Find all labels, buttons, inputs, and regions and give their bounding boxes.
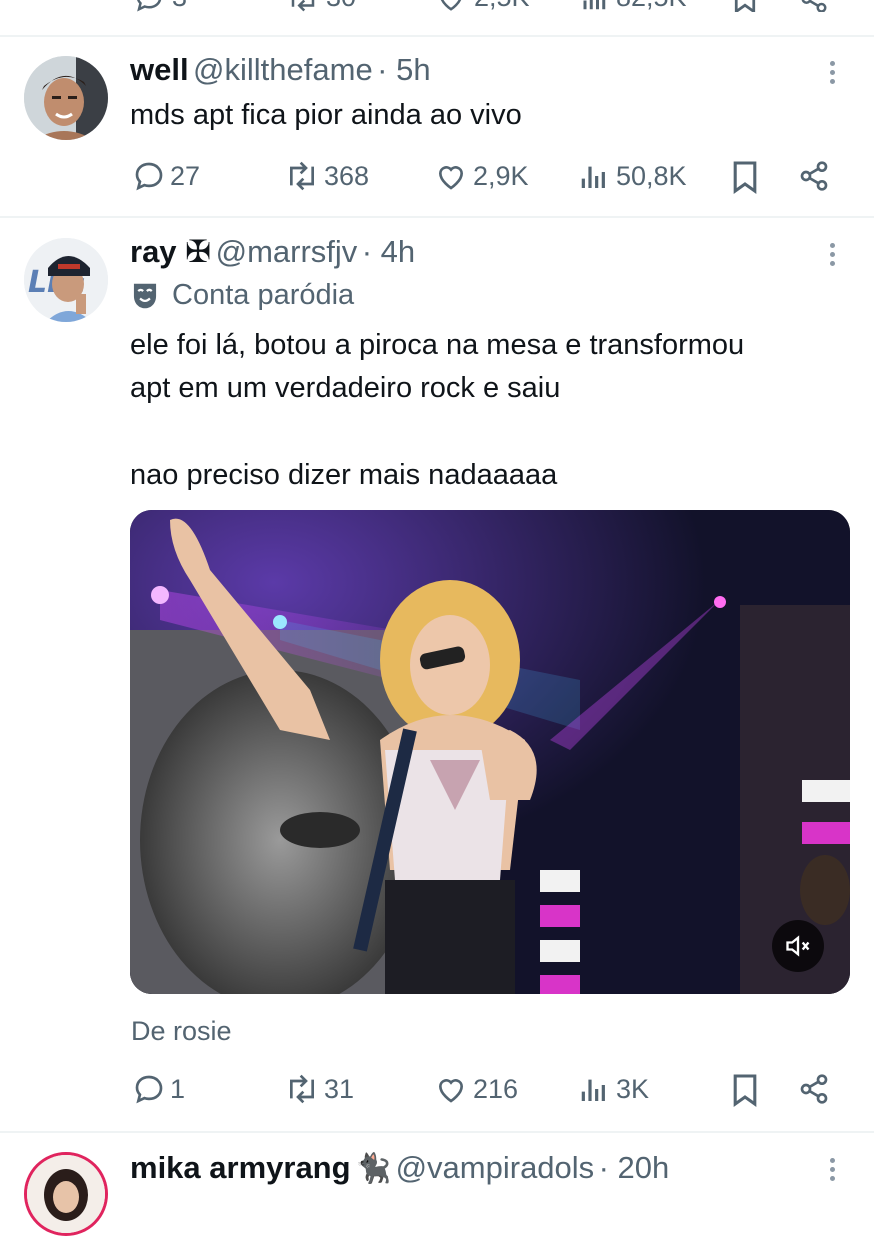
tweet-header: mika armyrang 🐈‍⬛ @vampiradols · 20h <box>130 1150 669 1186</box>
tweet-header: well @killthefame · 5h <box>130 52 431 88</box>
concert-video-frame <box>130 510 850 994</box>
tweet-video[interactable] <box>130 510 850 994</box>
like-button[interactable]: 216 <box>433 1073 518 1105</box>
tweet-text-line: apt em um verdadeiro rock e saiu <box>130 372 561 404</box>
views-icon <box>581 1079 605 1101</box>
speaker-icon <box>786 935 810 957</box>
views-count: 50,8K <box>616 160 687 191</box>
like-icon <box>438 166 464 190</box>
parody-label-text: Conta paródia <box>172 279 355 311</box>
timestamp[interactable]: · 5h <box>377 52 430 87</box>
like-count: 2,5K <box>474 0 530 12</box>
more-icon[interactable] <box>830 1158 836 1185</box>
repost-button[interactable]: 30 <box>284 0 356 12</box>
tweet-text-line: nao preciso dizer mais nadaaaaa <box>130 459 558 491</box>
share-icon[interactable] <box>798 1073 830 1105</box>
timestamp[interactable]: · 4h <box>362 234 415 269</box>
more-icon[interactable] <box>830 243 836 270</box>
reply-icon <box>135 1075 163 1104</box>
reply-button[interactable]: 27 <box>132 160 200 192</box>
repost-count: 31 <box>324 1073 355 1104</box>
repost-button[interactable]: 368 <box>282 160 369 192</box>
like-button[interactable]: 2,9K <box>433 160 529 192</box>
timestamp[interactable]: · 20h <box>599 1150 670 1185</box>
tweet-text: mds apt fica pior ainda ao vivo <box>130 99 522 131</box>
views-button[interactable]: 82,5K <box>580 0 687 12</box>
cat-emoji: 🐈‍⬛ <box>355 1153 392 1185</box>
reply-button[interactable]: 3 <box>132 0 187 12</box>
parody-label: Conta paródia <box>130 279 354 312</box>
views-button[interactable]: 3K <box>578 1073 649 1105</box>
divider <box>0 216 874 218</box>
handle[interactable]: @marrsfjv <box>216 234 358 269</box>
reply-icon <box>137 0 161 12</box>
media-attribution[interactable]: De rosie <box>131 1016 232 1047</box>
divider <box>0 1131 874 1133</box>
views-button[interactable]: 50,8K <box>578 160 687 192</box>
bookmark-icon[interactable] <box>731 1073 759 1107</box>
share-icon[interactable] <box>798 0 830 12</box>
views-icon <box>583 0 606 9</box>
mute-button[interactable] <box>772 920 824 972</box>
views-count: 3K <box>616 1073 650 1104</box>
display-name[interactable]: mika armyrang <box>130 1150 351 1185</box>
bookmark-icon[interactable] <box>731 0 759 12</box>
tweet-text-line: ele foi lá, botou a piroca na mesa e tra… <box>130 329 745 361</box>
divider <box>0 35 874 37</box>
parody-mask-icon <box>133 283 157 308</box>
repost-count: 30 <box>326 0 356 12</box>
top-action-bar-partial: 3 30 2,5K 82,5K <box>0 0 874 12</box>
more-icon[interactable] <box>830 61 836 88</box>
reply-button[interactable]: 1 <box>132 1073 185 1105</box>
repost-icon <box>290 1074 314 1104</box>
avatar[interactable] <box>24 1152 108 1236</box>
display-name[interactable]: ray ✠ <box>130 234 211 269</box>
like-count: 216 <box>473 1073 519 1104</box>
repost-count: 368 <box>324 160 370 191</box>
repost-button[interactable]: 31 <box>282 1073 354 1105</box>
like-count: 2,9K <box>473 160 529 191</box>
handle[interactable]: @vampiradols <box>396 1150 595 1185</box>
like-icon <box>438 1079 464 1103</box>
tweet-header: ray ✠ @marrsfjv · 4h <box>130 234 415 270</box>
reply-count: 3 <box>172 0 187 12</box>
handle[interactable]: @killthefame <box>193 52 373 87</box>
avatar[interactable]: LLE <box>24 238 108 322</box>
reply-count: 1 <box>170 1073 186 1104</box>
views-count: 82,5K <box>616 0 687 12</box>
repost-icon <box>290 161 314 191</box>
views-icon <box>581 166 605 188</box>
like-icon <box>441 0 461 11</box>
bookmark-icon[interactable] <box>731 160 759 194</box>
display-name[interactable]: well <box>130 52 189 87</box>
avatar[interactable] <box>24 56 108 140</box>
share-icon[interactable] <box>798 160 830 192</box>
reply-icon <box>135 162 163 191</box>
repost-icon <box>291 0 315 11</box>
reply-count: 27 <box>170 160 201 191</box>
like-button[interactable]: 2,5K <box>434 0 530 12</box>
